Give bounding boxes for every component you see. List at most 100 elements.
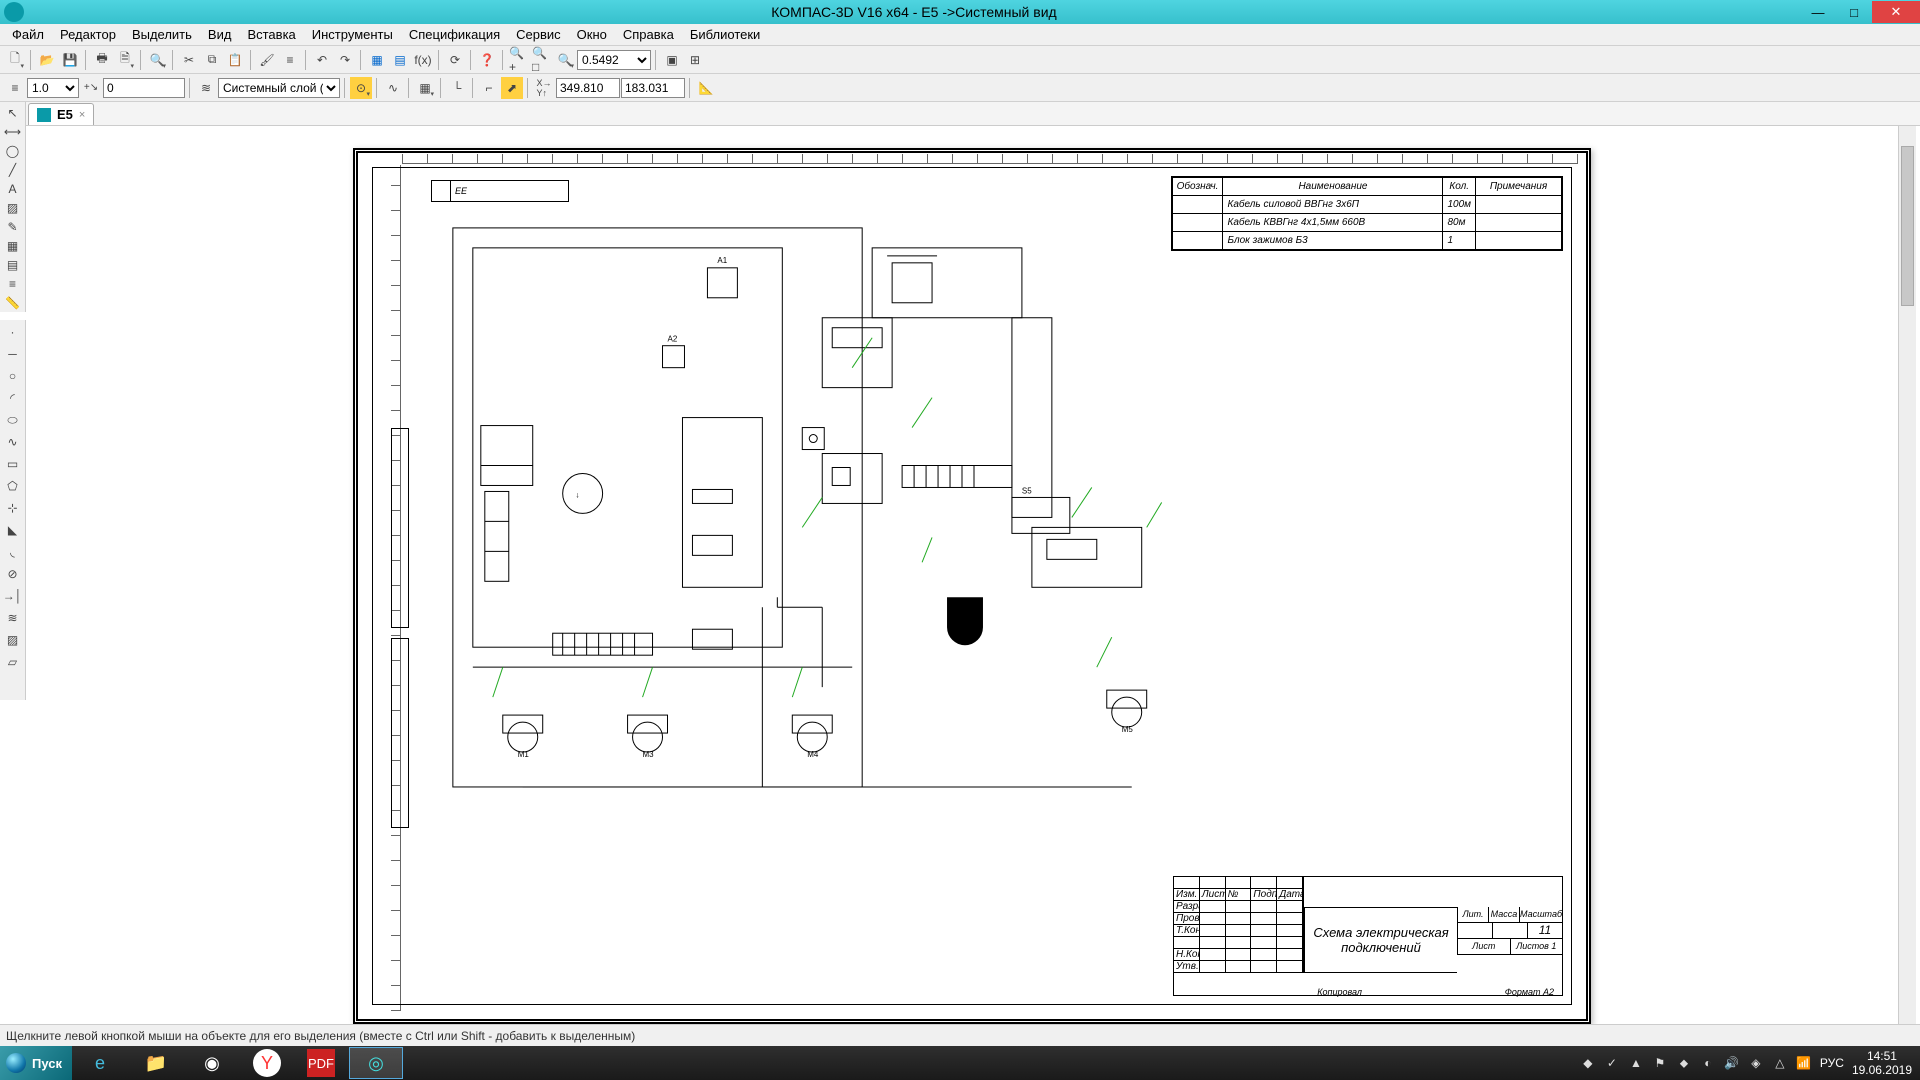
table-tool[interactable]: ▦ [3, 238, 23, 255]
tray-icon[interactable]: △ [1772, 1055, 1788, 1071]
save-button[interactable]: 💾 [59, 49, 81, 71]
menu-view[interactable]: Вид [200, 25, 240, 44]
format-painter-button[interactable]: 🖌 [256, 49, 278, 71]
open-button[interactable]: 📂 [36, 49, 58, 71]
zoom-fit-button[interactable]: 🔍□ [531, 49, 553, 71]
tray-icon[interactable]: ▲ [1628, 1055, 1644, 1071]
redo-button[interactable]: ↷ [334, 49, 356, 71]
taskbar-pdf[interactable]: PDF [307, 1049, 335, 1077]
step-input[interactable] [103, 78, 185, 98]
round-button[interactable]: ⌐ [478, 77, 500, 99]
taskbar-chrome[interactable]: ◉ [185, 1047, 239, 1079]
doc-tab-close[interactable]: × [79, 109, 85, 121]
coord-y-input[interactable] [621, 78, 685, 98]
menu-editor[interactable]: Редактор [52, 25, 124, 44]
chamfer-tool[interactable]: ◣ [3, 520, 23, 540]
track-button[interactable]: ⬈ [501, 77, 523, 99]
tray-icon[interactable]: ✓ [1604, 1055, 1620, 1071]
arrow-tool[interactable]: ↖ [3, 104, 23, 121]
close-button[interactable]: ✕ [1872, 1, 1920, 23]
menu-service[interactable]: Сервис [508, 25, 569, 44]
undo-button[interactable]: ↶ [311, 49, 333, 71]
tray-icon[interactable]: ⬥ [1676, 1055, 1692, 1071]
hatch-tool[interactable]: ▨ [3, 199, 23, 216]
autoaxis-tool[interactable]: ⊹ [3, 498, 23, 518]
manager-button[interactable]: ▦ [366, 49, 388, 71]
doc-tab[interactable]: Е5 × [28, 103, 94, 125]
text-tool[interactable]: A [3, 180, 23, 197]
equid-tool[interactable]: ≋ [3, 608, 23, 628]
circle-tool[interactable]: ○ [3, 366, 23, 386]
zoom-select[interactable]: 0.5492 [577, 50, 651, 70]
snap-button[interactable]: ⊙ [350, 77, 372, 99]
print-preview-button[interactable]: 🗎 [114, 49, 136, 71]
spline-tool[interactable]: ∿ [3, 432, 23, 452]
print-button[interactable]: 🖶 [91, 49, 113, 71]
polygon-tool[interactable]: ⬠ [3, 476, 23, 496]
taskbar-kompas[interactable]: ◎ [349, 1047, 403, 1079]
layer-select[interactable]: Системный слой (0) [218, 78, 340, 98]
snap-perp-button[interactable]: ∿ [382, 77, 404, 99]
coord-x-input[interactable] [556, 78, 620, 98]
spec-tool[interactable]: ▤ [3, 257, 23, 274]
maximize-button[interactable]: □ [1836, 1, 1872, 23]
tray-flag-icon[interactable]: ⚑ [1652, 1055, 1668, 1071]
lineweight-icon[interactable]: ≡ [4, 77, 26, 99]
hatch2-tool[interactable]: ▨ [3, 630, 23, 650]
taskbar-explorer[interactable]: 📁 [129, 1047, 183, 1079]
scrollbar-vertical[interactable] [1898, 126, 1916, 1046]
taskbar-yandex[interactable]: Y [253, 1049, 281, 1077]
tray-network-icon[interactable]: 📶 [1796, 1055, 1812, 1071]
menu-tools[interactable]: Инструменты [304, 25, 401, 44]
menu-window[interactable]: Окно [569, 25, 615, 44]
break-tool[interactable]: ⊘ [3, 564, 23, 584]
bom-button[interactable]: ▤ [389, 49, 411, 71]
grid-button[interactable]: ▦ [414, 77, 436, 99]
geom-tool[interactable]: ◯ [3, 142, 23, 159]
copy-button[interactable]: ⧉ [201, 49, 223, 71]
tray-icon[interactable]: ◈ [1748, 1055, 1764, 1071]
menu-libs[interactable]: Библиотеки [682, 25, 768, 44]
minimize-button[interactable]: — [1800, 1, 1836, 23]
line-tool[interactable]: ╱ [3, 161, 23, 178]
measure-tool[interactable]: 📏 [3, 295, 23, 312]
rect-tool[interactable]: ▭ [3, 454, 23, 474]
workspace[interactable]: ЕЕ 00010014650002ЕН0190% Обознач.Наимено… [28, 126, 1916, 1046]
measure-button[interactable]: 📐 [695, 77, 717, 99]
menu-spec[interactable]: Спецификация [401, 25, 508, 44]
properties-button[interactable]: ≡ [279, 49, 301, 71]
zoom-in-button[interactable]: 🔍+ [508, 49, 530, 71]
ellipse-tool[interactable]: ⬭ [3, 410, 23, 430]
menu-select[interactable]: Выделить [124, 25, 200, 44]
layers-icon[interactable]: ≋ [195, 77, 217, 99]
param-tool[interactable]: ≡ [3, 276, 23, 293]
help-cursor-button[interactable]: ❓ [476, 49, 498, 71]
arc-tool[interactable]: ◜ [3, 388, 23, 408]
tray-icon[interactable]: ◐ [1700, 1055, 1716, 1071]
ortho-button[interactable]: └ [446, 77, 468, 99]
fx-button[interactable]: f(x) [412, 49, 434, 71]
preview-button[interactable]: 🔍 [146, 49, 168, 71]
segment-tool[interactable]: ─ [3, 344, 23, 364]
menu-insert[interactable]: Вставка [239, 25, 303, 44]
window-button[interactable]: ⊞ [684, 49, 706, 71]
refresh-button[interactable]: ⟳ [444, 49, 466, 71]
lineweight-select[interactable]: 1.0 [27, 78, 79, 98]
views-button[interactable]: ▣ [661, 49, 683, 71]
point-tool[interactable]: · [3, 322, 23, 342]
tray-clock[interactable]: 14:51 19.06.2019 [1852, 1049, 1912, 1077]
step-icon[interactable]: +↘ [80, 77, 102, 99]
new-button[interactable]: 🗋 [4, 49, 26, 71]
menu-help[interactable]: Справка [615, 25, 682, 44]
tray-icon[interactable]: ◆ [1580, 1055, 1596, 1071]
edit-tool[interactable]: ✎ [3, 219, 23, 236]
extend-tool[interactable]: →│ [3, 586, 23, 606]
start-button[interactable]: Пуск [0, 1046, 72, 1080]
cut-button[interactable]: ✂ [178, 49, 200, 71]
fillet-tool[interactable]: ◟ [3, 542, 23, 562]
paste-button[interactable]: 📋 [224, 49, 246, 71]
menu-file[interactable]: Файл [4, 25, 52, 44]
dim-tool[interactable]: ⟷ [3, 123, 23, 140]
zoom-scale-button[interactable]: 🔍 [554, 49, 576, 71]
contour-tool[interactable]: ▱ [3, 652, 23, 672]
